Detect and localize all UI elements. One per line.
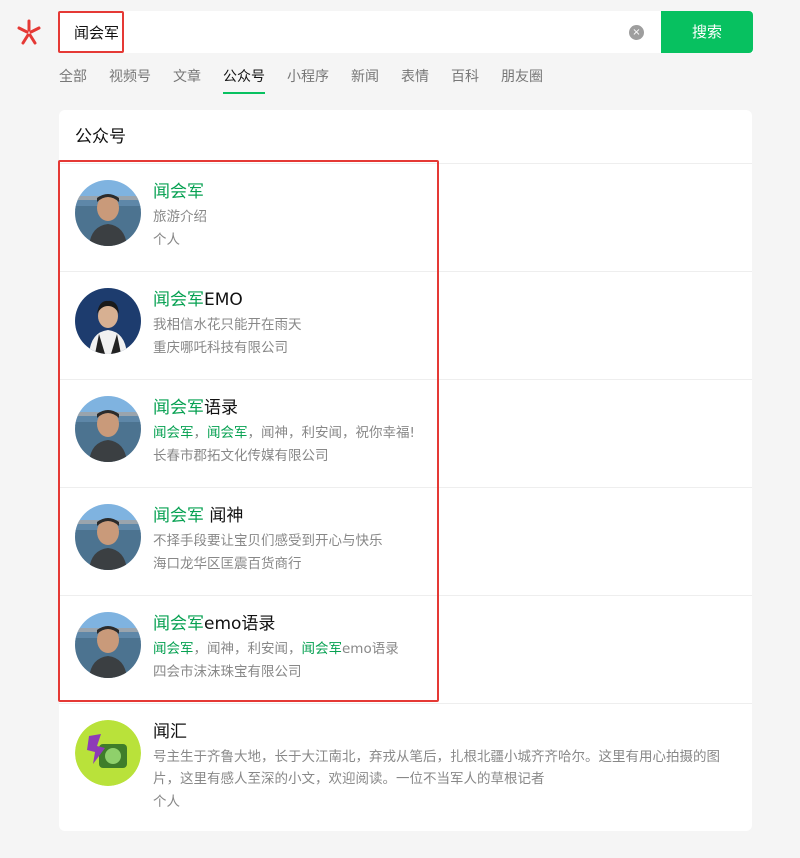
tab-moments[interactable]: 朋友圈 [501, 66, 543, 94]
text-segment: 不择手段要让宝贝们感受到开心与快乐 [153, 533, 383, 549]
result-item[interactable]: 闻会军 旅游介绍 个人 [59, 164, 752, 272]
result-info: 闻会军语录 闻会军，闻会军，闻神，利安闻，祝你幸福! 长春市郡拓文化传媒有限公司 [153, 396, 736, 467]
text-segment: 语录 [204, 398, 238, 418]
young-man-photo-avatar-icon [75, 288, 141, 354]
query-match-text: 闻会军 [153, 182, 204, 202]
result-owner: 个人 [153, 232, 180, 248]
tab-all[interactable]: 全部 [59, 66, 87, 94]
result-owner: 海口龙华区匡震百货商行 [153, 556, 302, 572]
results-card: 公众号 闻会军 旅游介绍 个人 闻会军EMO 我相信水花只能开在雨天 重庆哪吒科技有限公… [59, 110, 752, 831]
tab-mini-programs[interactable]: 小程序 [287, 66, 329, 94]
query-match-text: 闻会军 [153, 614, 204, 634]
result-desc: 号主生于齐鲁大地，长于大江南北，弃戎从笔后，扎根北疆小城齐齐哈尔。这里有用心拍摄… [153, 746, 736, 790]
search-category-tabs: 全部 视频号 文章 公众号 小程序 新闻 表情 百科 朋友圈 [59, 66, 565, 96]
tab-news[interactable]: 新闻 [351, 66, 379, 94]
result-name[interactable]: 闻会军 闻神 [153, 504, 736, 528]
tab-channels[interactable]: 视频号 [109, 66, 151, 94]
text-segment: ，闻神，利安闻， [193, 641, 302, 657]
result-owner: 长春市郡拓文化传媒有限公司 [153, 448, 329, 464]
tab-stickers[interactable]: 表情 [401, 66, 429, 94]
result-name[interactable]: 闻会军 [153, 180, 736, 204]
text-segment: 闻神 [204, 506, 244, 526]
man-lake-photo-avatar-icon [75, 612, 141, 678]
result-item[interactable]: 闻汇号主生于齐鲁大地，长于大江南北，弃戎从笔后，扎根北疆小城齐齐哈尔。这里有用心… [59, 704, 752, 831]
text-segment: ，闻神，利安闻，祝你幸福! [247, 425, 415, 441]
query-match-text: 闻会军 [153, 290, 204, 310]
result-info: 闻会军emo语录 闻会军，闻神，利安闻，闻会军emo语录 四会市沫沫珠宝有限公司 [153, 612, 736, 683]
result-item[interactable]: 闻会军EMO 我相信水花只能开在雨天 重庆哪吒科技有限公司 [59, 272, 752, 380]
man-lake-photo-avatar-icon [75, 180, 141, 246]
result-info: 闻会军EMO 我相信水花只能开在雨天 重庆哪吒科技有限公司 [153, 288, 736, 359]
result-owner: 重庆哪吒科技有限公司 [153, 340, 288, 356]
query-match-text: 闻会军 [153, 641, 194, 657]
search-bar: × 搜索 [58, 11, 753, 53]
result-name[interactable]: 闻汇 [153, 720, 736, 744]
text-segment: ， [193, 425, 208, 441]
result-item[interactable]: 闻会军emo语录 闻会军，闻神，利安闻，闻会军emo语录 四会市沫沫珠宝有限公司 [59, 596, 752, 704]
tab-encyclopedia[interactable]: 百科 [451, 66, 479, 94]
clear-search-button[interactable]: × [629, 25, 644, 40]
result-list: 闻会军 旅游介绍 个人 闻会军EMO 我相信水花只能开在雨天 重庆哪吒科技有限公司 闻会… [59, 164, 752, 831]
result-info: 闻汇号主生于齐鲁大地，长于大江南北，弃戎从笔后，扎根北疆小城齐齐哈尔。这里有用心… [153, 720, 736, 813]
result-item[interactable]: 闻会军 闻神不择手段要让宝贝们感受到开心与快乐 海口龙华区匡震百货商行 [59, 488, 752, 596]
query-match-text: 闻会军 [153, 398, 204, 418]
section-title: 公众号 [59, 110, 752, 164]
result-desc: 不择手段要让宝贝们感受到开心与快乐 [153, 530, 736, 552]
text-segment: 旅游介绍 [153, 209, 207, 225]
tab-official-accounts[interactable]: 公众号 [223, 66, 265, 94]
result-owner: 四会市沫沫珠宝有限公司 [153, 664, 302, 680]
result-desc: 闻会军，闻神，利安闻，闻会军emo语录 [153, 638, 736, 660]
result-info: 闻会军 旅游介绍 个人 [153, 180, 736, 251]
green-logo-avatar-icon [75, 720, 141, 786]
text-segment: emo语录 [204, 614, 276, 634]
text-segment: emo语录 [342, 641, 399, 657]
man-lake-photo-avatar-icon [75, 504, 141, 570]
search-button[interactable]: 搜索 [661, 11, 753, 53]
query-match-text: 闻会军 [153, 506, 204, 526]
result-name[interactable]: 闻会军EMO [153, 288, 736, 312]
text-segment: EMO [204, 290, 243, 310]
result-info: 闻会军 闻神不择手段要让宝贝们感受到开心与快乐 海口龙华区匡震百货商行 [153, 504, 736, 575]
man-lake-photo-avatar-icon [75, 396, 141, 462]
text-segment: 我相信水花只能开在雨天 [153, 317, 302, 333]
result-item[interactable]: 闻会军语录 闻会军，闻会军，闻神，利安闻，祝你幸福! 长春市郡拓文化传媒有限公司 [59, 380, 752, 488]
weixin-search-logo-icon[interactable] [14, 17, 44, 47]
result-name[interactable]: 闻会军语录 [153, 396, 736, 420]
tab-articles[interactable]: 文章 [173, 66, 201, 94]
query-match-text: 闻会军 [301, 641, 343, 657]
result-name[interactable]: 闻会军emo语录 [153, 612, 736, 636]
result-desc: 我相信水花只能开在雨天 [153, 314, 736, 336]
query-match-text: 闻会军 [153, 425, 194, 441]
text-segment: 闻汇 [153, 722, 187, 742]
result-owner: 个人 [153, 794, 180, 810]
result-desc: 旅游介绍 [153, 206, 736, 228]
search-input[interactable] [58, 11, 660, 53]
result-desc: 闻会军，闻会军，闻神，利安闻，祝你幸福! [153, 422, 736, 444]
text-segment: 号主生于齐鲁大地，长于大江南北，弃戎从笔后，扎根北疆小城齐齐哈尔。这里有用心拍摄… [153, 749, 720, 787]
query-match-text: 闻会军 [207, 425, 248, 441]
